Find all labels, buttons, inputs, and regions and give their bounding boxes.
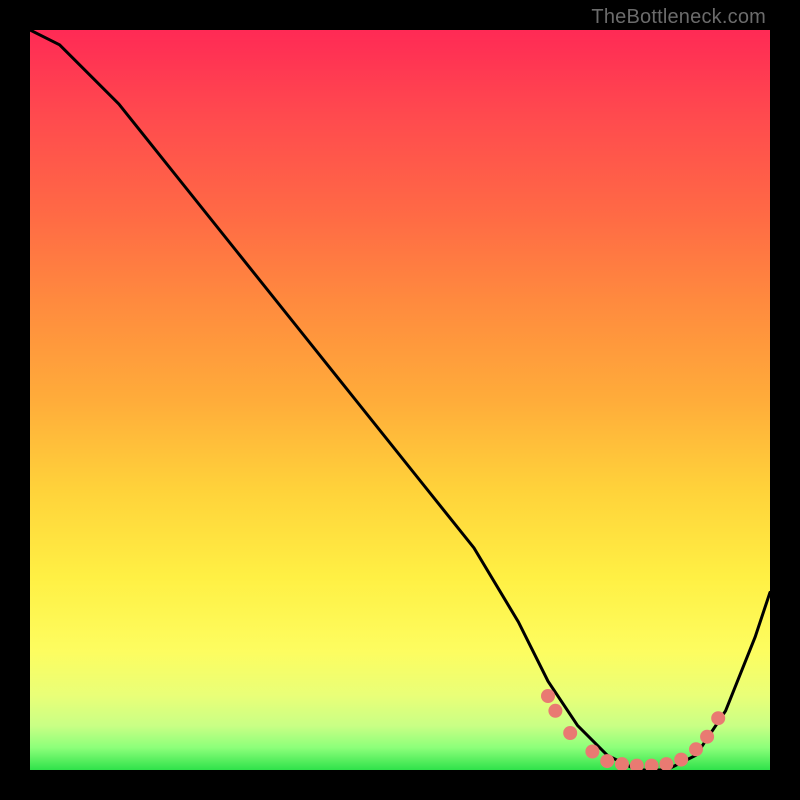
marker-dot bbox=[630, 759, 644, 770]
marker-dot bbox=[689, 742, 703, 756]
marker-dot bbox=[563, 726, 577, 740]
marker-dot bbox=[711, 711, 725, 725]
marker-dot bbox=[585, 745, 599, 759]
marker-dot bbox=[700, 730, 714, 744]
marker-dot bbox=[600, 754, 614, 768]
chart-frame: TheBottleneck.com bbox=[0, 0, 800, 800]
marker-dot bbox=[645, 759, 659, 770]
curve-svg bbox=[30, 30, 770, 770]
marker-dot bbox=[548, 704, 562, 718]
bottleneck-curve bbox=[30, 30, 770, 770]
marker-dot bbox=[674, 753, 688, 767]
highlight-dots bbox=[541, 689, 725, 770]
marker-dot bbox=[659, 757, 673, 770]
marker-dot bbox=[541, 689, 555, 703]
plot-area bbox=[30, 30, 770, 770]
watermark-text: TheBottleneck.com bbox=[591, 6, 766, 29]
